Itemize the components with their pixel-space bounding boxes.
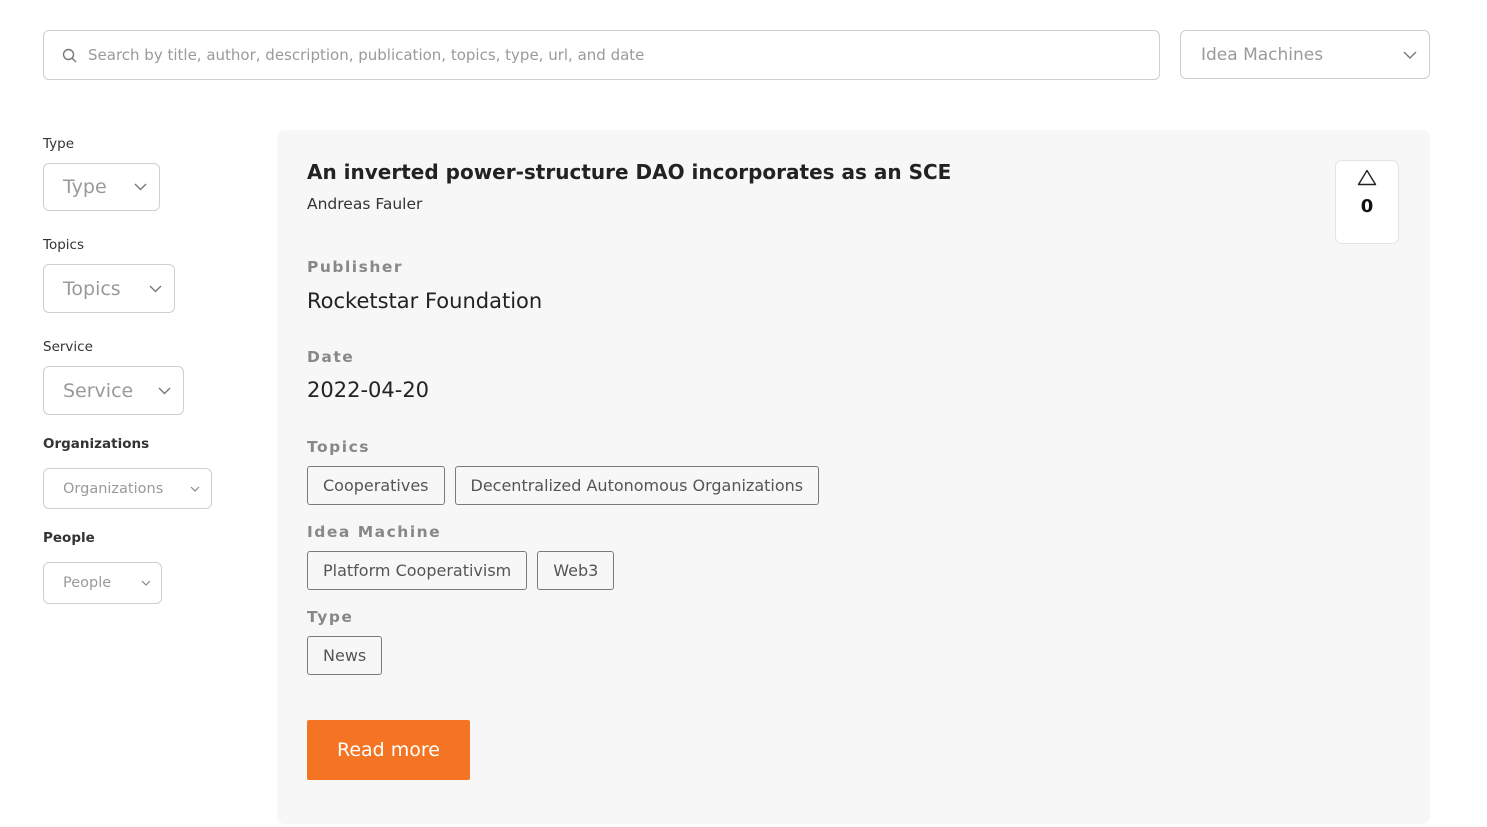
idea-machine-chip[interactable]: Platform Cooperativism [307,551,528,590]
chevron-down-icon [158,387,171,395]
people-filter-select[interactable]: People [43,562,162,604]
chevron-down-icon [190,486,200,492]
read-more-button[interactable]: Read more [307,720,470,780]
service-filter-label: Service [43,339,93,355]
topic-chip[interactable]: Decentralized Autonomous Organizations [454,466,820,505]
topics-filter-label: Topics [43,237,84,253]
publisher-value: Rocketstar Foundation [307,289,543,313]
vote-count: 0 [1360,196,1374,217]
organizations-filter-label: Organizations [43,436,150,452]
organizations-filter-select[interactable]: Organizations [43,468,212,509]
card-author: Andreas Fauler [307,195,423,213]
people-filter-label: People [43,530,95,546]
topics-label: Topics [307,438,370,456]
publisher-label: Publisher [307,258,404,276]
type-filter-label: Type [43,136,75,152]
topic-chip[interactable]: Cooperatives [307,466,445,505]
chevron-down-icon [149,285,162,293]
topics-filter-value: Topics [63,277,121,300]
search-icon [62,47,78,63]
chevron-down-icon [1403,51,1417,59]
idea-machine-label: Idea Machine [307,523,442,541]
type-chips: News [307,636,383,675]
idea-machine-chips: Platform Cooperativism Web3 [307,551,615,590]
type-filter-value: Type [63,176,107,198]
upvote-button[interactable]: 0 [1335,160,1399,244]
card-title[interactable]: An inverted power-structure DAO incorpor… [307,160,951,184]
topics-filter-select[interactable]: Topics [43,264,175,313]
chevron-down-icon [141,580,151,586]
service-filter-select[interactable]: Service [43,366,184,415]
idea-machine-chip[interactable]: Web3 [537,551,615,590]
date-value: 2022-04-20 [307,378,430,402]
people-filter-value: People [63,575,112,591]
topics-chips: Cooperatives Decentralized Autonomous Or… [307,466,820,505]
triangle-up-icon [1357,169,1377,190]
idea-machines-select[interactable]: Idea Machines [1180,30,1430,79]
type-chip[interactable]: News [307,636,383,675]
type-filter-select[interactable]: Type [43,163,160,211]
search-input[interactable] [88,46,1128,64]
date-label: Date [307,348,355,366]
type-label: Type [307,608,354,626]
search-bar[interactable] [43,30,1160,80]
organizations-filter-value: Organizations [63,480,164,497]
service-filter-value: Service [63,379,134,402]
resource-card: An inverted power-structure DAO incorpor… [277,130,1430,824]
idea-machines-select-value: Idea Machines [1201,44,1324,65]
chevron-down-icon [134,183,147,191]
